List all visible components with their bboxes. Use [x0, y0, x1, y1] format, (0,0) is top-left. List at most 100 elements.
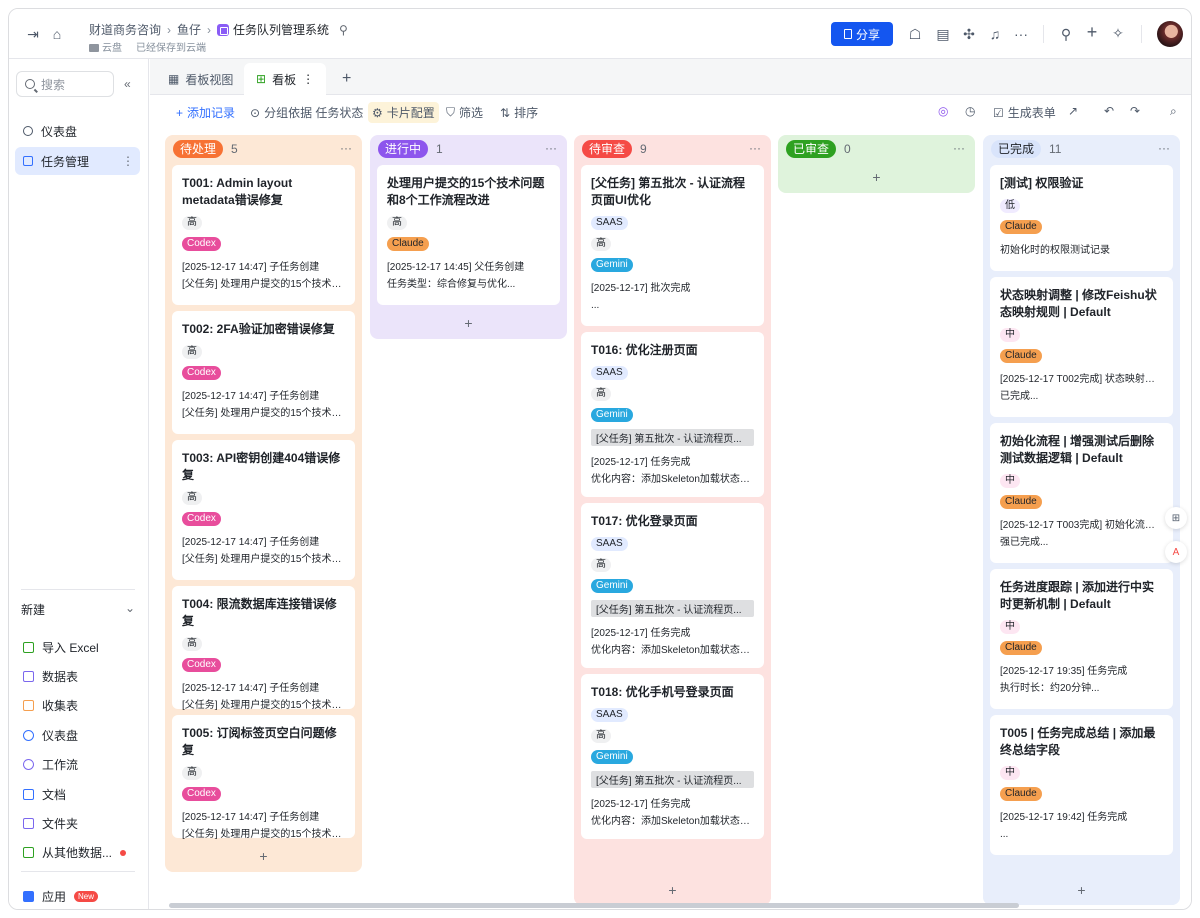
add-card-button[interactable]: + — [983, 877, 1180, 905]
plus-icon[interactable]: + — [1084, 23, 1100, 41]
horizontal-scrollbar[interactable] — [169, 903, 1019, 908]
task-card[interactable]: 任务进度跟踪 | 添加进行中实时更新机制 | Default 中 Claude [20… — [990, 569, 1173, 709]
card-config-button[interactable]: ⚙ 卡片配置 — [368, 102, 439, 123]
task-card[interactable]: T003: API密钥创建404错误修复高 Codex [2025-12-17 14… — [172, 440, 355, 580]
search-icon[interactable]: ⚲ — [1058, 26, 1074, 42]
task-card[interactable]: T017: 优化登录页面 SAAS 高 Gemini [父任务] 第五批次 - 认证流程… — [581, 503, 764, 668]
column-header[interactable]: 进行中 1 ··· — [370, 135, 567, 163]
undo-icon[interactable]: ↶ — [1104, 104, 1114, 118]
task-card[interactable]: T004: 限流数据库连接错误修复高 Codex [2025-12-17 14:47… — [172, 586, 355, 711]
plugin-icon[interactable]: ✣ — [961, 26, 977, 42]
card-description-line: 优化内容：添加Skeleton加载状态、... — [591, 474, 754, 485]
card-title: T017: 优化登录页面 — [591, 514, 698, 528]
card-title: T003: API密钥创建404错误修复 — [182, 451, 341, 482]
filter-button[interactable]: ⛉ 筛选 — [446, 104, 483, 121]
sparkle-icon[interactable]: ✧ — [1110, 25, 1126, 41]
breadcrumb-item[interactable]: 鱼仔 — [177, 21, 201, 38]
sidebar-item-label: 任务管理 — [41, 154, 90, 169]
create-dashboard[interactable]: 仪表盘 — [23, 727, 78, 744]
group-by-button[interactable]: ⊙ 分组依据 任务状态 — [250, 104, 363, 121]
card-title: T016: 优化注册页面 — [591, 343, 698, 357]
plus-icon: + — [176, 105, 184, 120]
tab-kanban-view[interactable]: ▦ 看板视图 — [156, 63, 245, 95]
status-badge: 进行中 — [378, 140, 429, 158]
breadcrumb-item[interactable]: 财道商务咨询 — [89, 21, 161, 38]
task-card[interactable]: [测试] 权限验证低 Claude 初始化时的权限测试记录 — [990, 165, 1173, 271]
task-card[interactable]: T018: 优化手机号登录页面 SAAS 高 Gemini [父任务] 第五批次 - 认… — [581, 674, 764, 839]
ai-icon[interactable]: ◎ — [938, 104, 948, 118]
add-view-button[interactable]: + — [330, 63, 363, 95]
pin-icon[interactable]: ⚲ — [339, 23, 348, 37]
column-header[interactable]: 已完成 11 ··· — [983, 135, 1180, 163]
add-card-button[interactable]: + — [778, 169, 975, 185]
column-header[interactable]: 待审查 9 ··· — [574, 135, 771, 163]
card-description-line: [2025-12-17] 任务完成 — [591, 457, 691, 468]
avatar[interactable] — [1157, 21, 1183, 47]
sidebar-item-task-management[interactable]: 任务管理 ⋮ — [15, 147, 140, 175]
assistant-icon[interactable]: ☖ — [907, 26, 923, 42]
redo-icon[interactable]: ↷ — [1130, 104, 1140, 118]
sort-icon: ⇅ — [500, 105, 511, 120]
column-more-icon[interactable]: ··· — [340, 141, 352, 155]
new-section-header[interactable]: 新建 ⌄ — [21, 601, 135, 618]
task-card[interactable]: 状态映射调整 | 修改Feishu状态映射规则 | Default 中 Claude… — [990, 277, 1173, 417]
breadcrumb-current[interactable]: 任务队列管理系统 — [217, 21, 329, 38]
collapse-sidebar-icon[interactable]: « — [124, 77, 131, 91]
task-card[interactable]: T001: Admin layout metadata错误修复高 Codex [20… — [172, 165, 355, 305]
card-title: T001: Admin layout metadata错误修复 — [182, 176, 293, 207]
task-card[interactable]: 初始化流程 | 增强测试后删除测试数据逻辑 | Default 中 Claude [2… — [990, 423, 1173, 563]
task-card[interactable]: 处理用户提交的15个技术问题和8个工作流程改进高 Claude [2025-12-1… — [377, 165, 560, 305]
create-folder[interactable]: 文件夹 — [23, 815, 78, 832]
location[interactable]: 云盘 — [89, 39, 122, 54]
column-more-icon[interactable]: ··· — [749, 141, 761, 155]
apps-grid-icon[interactable]: ⊞ — [1165, 507, 1187, 529]
home-icon[interactable]: ⌂ — [49, 26, 65, 42]
sort-button[interactable]: ⇅ 排序 — [500, 104, 538, 121]
add-card-button[interactable]: + — [574, 877, 771, 905]
column-header[interactable]: 待处理 5 ··· — [165, 135, 362, 163]
create-document[interactable]: 文档 — [23, 786, 66, 803]
more-icon[interactable]: ⋮ — [302, 72, 314, 86]
column-count: 11 — [1049, 142, 1062, 156]
translate-icon[interactable]: A — [1165, 541, 1187, 563]
create-data-table[interactable]: 数据表 — [23, 668, 78, 685]
parent-task-link[interactable]: [父任务] 第五批次 - 认证流程页... — [591, 771, 754, 788]
generate-form-button[interactable]: ☑ 生成表单 — [993, 104, 1056, 121]
column-more-icon[interactable]: ··· — [545, 141, 557, 155]
task-card[interactable]: T005: 订阅标签页空白问题修复高 Codex [2025-12-17 14:47… — [172, 715, 355, 840]
create-workflow[interactable]: 工作流 — [23, 756, 78, 773]
task-card[interactable]: [父任务] 第五批次 - 认证流程页面UI优化 SAAS 高 Gemini [2025-… — [581, 165, 764, 326]
divider — [1141, 25, 1142, 43]
column-more-icon[interactable]: ··· — [953, 141, 965, 155]
add-record-button[interactable]: + 添加记录 — [176, 104, 235, 121]
more-icon[interactable]: ⋮ — [122, 154, 134, 168]
tab-kanban[interactable]: ⊞ 看板 ⋮ — [244, 63, 327, 95]
column-more-icon[interactable]: ··· — [1158, 141, 1170, 155]
add-card-button[interactable]: + — [165, 848, 362, 864]
share-arrow-icon[interactable]: ↗ — [1068, 104, 1078, 118]
apps-item[interactable]: 应用 New — [23, 888, 99, 905]
card-description-line: [父任务] 处理用户提交的15个技术问... — [182, 554, 345, 565]
sidebar-toggle-icon[interactable]: ⇥ — [25, 26, 41, 42]
create-import-excel[interactable]: 导入 Excel — [23, 639, 99, 656]
document-title[interactable]: 任务队列管理系统 — [233, 21, 329, 38]
task-card[interactable]: T002: 2FA验证加密错误修复高 Codex [2025-12-17 14:47… — [172, 311, 355, 434]
history-icon[interactable]: ◷ — [965, 104, 975, 118]
card-description-line: [2025-12-17] 任务完成 — [591, 628, 691, 639]
column-header[interactable]: 已审查 0 ··· — [778, 135, 975, 163]
data-import-icon — [23, 847, 34, 858]
more-icon[interactable]: ··· — [1013, 26, 1029, 42]
create-form[interactable]: 收集表 — [23, 697, 78, 714]
search-input[interactable]: 搜索 — [16, 71, 114, 97]
task-card[interactable]: T005 | 任务完成总结 | 添加最终总结字段中 Claude [2025-12-… — [990, 715, 1173, 855]
add-card-button[interactable]: + — [370, 315, 567, 331]
bell-icon[interactable]: ♫ — [987, 26, 1003, 42]
sidebar-item-dashboard[interactable]: 仪表盘 — [15, 117, 140, 145]
parent-task-link[interactable]: [父任务] 第五批次 - 认证流程页... — [591, 429, 754, 446]
create-from-other-data[interactable]: 从其他数据... — [23, 844, 127, 861]
search-records-icon[interactable]: ⌕ — [1170, 104, 1177, 119]
parent-task-link[interactable]: [父任务] 第五批次 - 认证流程页... — [591, 600, 754, 617]
share-button[interactable]: 分享 — [831, 22, 893, 46]
document-search-icon[interactable]: ▤ — [935, 26, 951, 42]
task-card[interactable]: T016: 优化注册页面 SAAS 高 Gemini [父任务] 第五批次 - 认证流程… — [581, 332, 764, 497]
